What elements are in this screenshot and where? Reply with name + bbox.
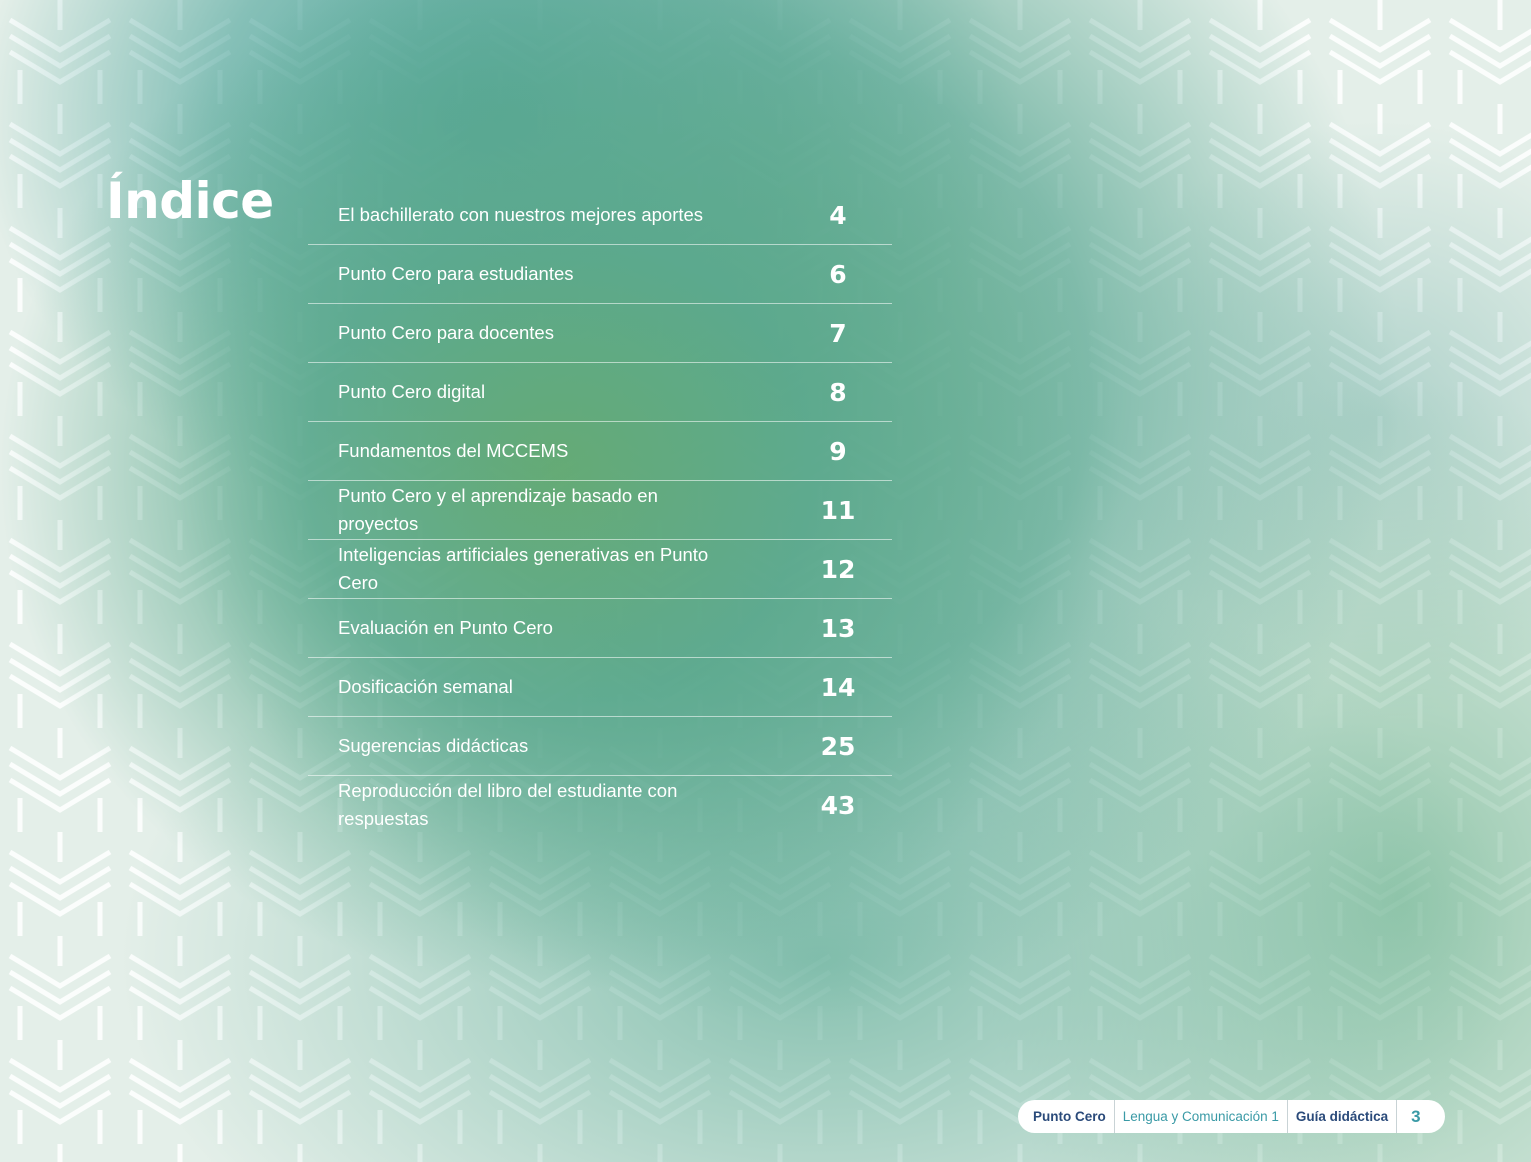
toc-item-label: Punto Cero para estudiantes <box>338 263 574 284</box>
toc-item-label: Reproducción del libro del estudiante co… <box>338 780 678 829</box>
toc-item-label: Fundamentos del MCCEMS <box>338 440 569 461</box>
toc-item[interactable]: Fundamentos del MCCEMS 9 <box>308 422 892 481</box>
toc-item-page: 14 <box>820 672 856 702</box>
toc-item[interactable]: Sugerencias didácticas 25 <box>308 717 892 776</box>
toc-item[interactable]: Inteligencias artificiales generativas e… <box>308 540 892 599</box>
toc-item-label: El bachillerato con nuestros mejores apo… <box>338 204 704 225</box>
footer-subject: Lengua y Comunicación 1 <box>1115 1100 1288 1133</box>
toc-item-label: Punto Cero para docentes <box>338 322 554 343</box>
toc-item-page: 25 <box>820 731 856 761</box>
toc-item-label: Punto Cero digital <box>338 381 486 402</box>
toc-item-page: 8 <box>829 377 847 407</box>
toc-item[interactable]: Punto Cero y el aprendizaje basado en pr… <box>308 481 892 540</box>
page-footer: Punto Cero Lengua y Comunicación 1 Guía … <box>1018 1100 1445 1133</box>
toc-item-page: 12 <box>820 554 856 584</box>
footer-brand: Punto Cero <box>1033 1100 1115 1133</box>
toc-item[interactable]: Reproducción del libro del estudiante co… <box>308 776 892 834</box>
toc-item-label: Sugerencias didácticas <box>338 735 529 756</box>
toc-item-label: Punto Cero y el aprendizaje basado en pr… <box>338 485 658 534</box>
toc-item-label: Dosificación semanal <box>338 676 513 697</box>
table-of-contents: El bachillerato con nuestros mejores apo… <box>308 186 892 834</box>
toc-item-page: 43 <box>820 790 856 820</box>
footer-guide: Guía didáctica <box>1288 1100 1398 1133</box>
toc-item-label: Evaluación en Punto Cero <box>338 617 553 638</box>
footer-page-number: 3 <box>1411 1106 1421 1126</box>
toc-item-page: 7 <box>829 318 847 348</box>
toc-item[interactable]: Punto Cero digital 8 <box>308 363 892 422</box>
toc-item[interactable]: Evaluación en Punto Cero 13 <box>308 599 892 658</box>
toc-item-page: 13 <box>820 613 856 643</box>
toc-item-label: Inteligencias artificiales generativas e… <box>338 544 709 593</box>
toc-item[interactable]: El bachillerato con nuestros mejores apo… <box>308 186 892 245</box>
toc-item-page: 6 <box>829 259 847 289</box>
page-title: Índice <box>106 172 274 230</box>
toc-item-page: 4 <box>829 200 847 230</box>
toc-item[interactable]: Punto Cero para estudiantes 6 <box>308 245 892 304</box>
toc-item[interactable]: Dosificación semanal 14 <box>308 658 892 717</box>
toc-item-page: 9 <box>829 436 847 466</box>
toc-item-page: 11 <box>820 495 856 525</box>
toc-item[interactable]: Punto Cero para docentes 7 <box>308 304 892 363</box>
